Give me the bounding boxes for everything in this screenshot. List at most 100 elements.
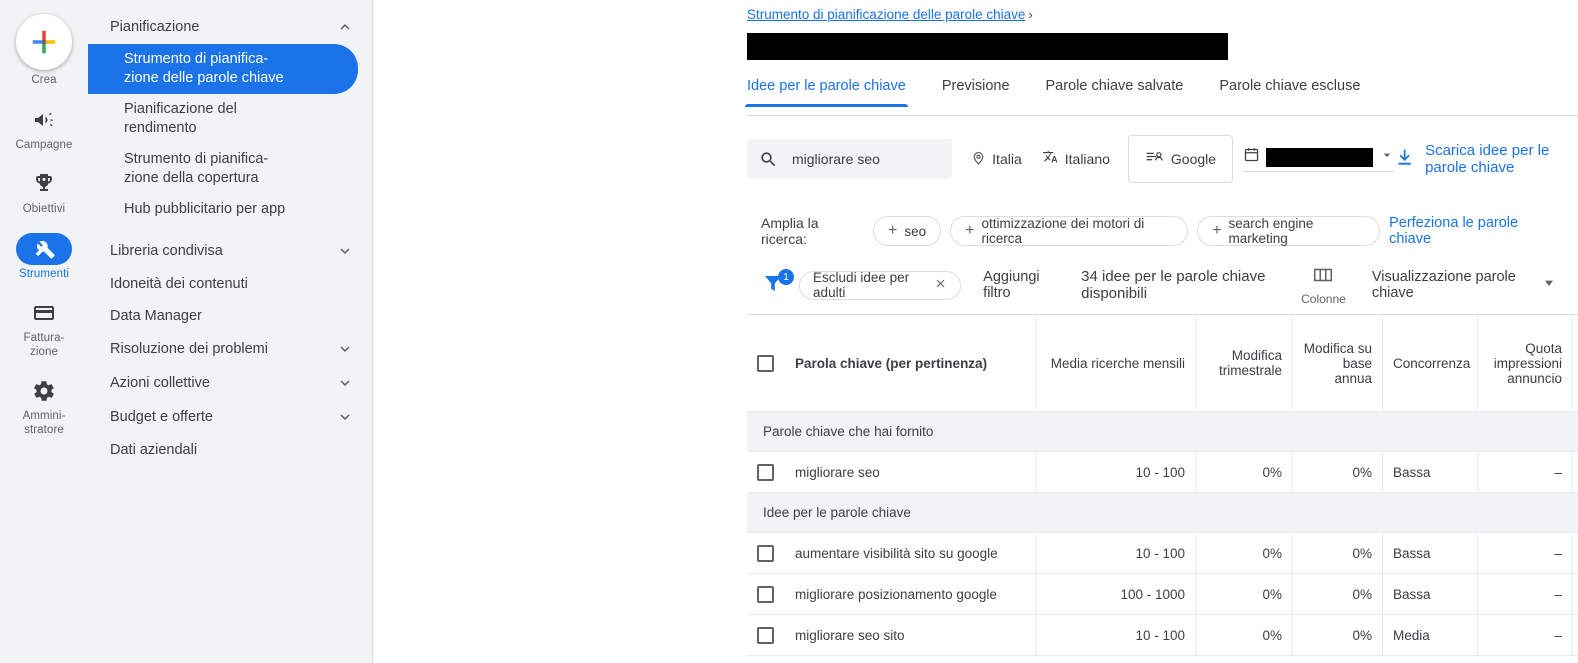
create-button[interactable]: [16, 14, 72, 70]
td-yearly-change: 0%: [1293, 574, 1383, 614]
language-selector[interactable]: Italiano: [1032, 141, 1120, 178]
rail-item-obiettivi[interactable]: Obiettivi: [0, 162, 88, 221]
rail-label-campagne: Campagne: [15, 138, 73, 151]
nav-section-risoluzione-problemi[interactable]: Risoluzione dei problemi: [88, 332, 372, 366]
td-keyword: migliorare seo sito: [747, 615, 1036, 655]
megaphone-icon: [16, 104, 72, 136]
tab-parole-chiave-salvate[interactable]: Parole chiave salvate: [1046, 78, 1184, 107]
th-ad-impression-share[interactable]: Quota impressioni annuncio: [1478, 315, 1573, 411]
network-icon: [1145, 148, 1164, 170]
breadcrumb-link-keyword-planner[interactable]: Strumento di pianificazione delle parole…: [747, 7, 1025, 22]
td-keyword: aumentare visibilità sito su google: [747, 533, 1036, 573]
nav-section-dati-aziendali[interactable]: Dati aziendali: [88, 434, 372, 466]
row-checkbox[interactable]: [757, 544, 774, 562]
idea-count-label: 34 idee per le parole chiave disponibili: [1081, 268, 1266, 302]
expand-chip-sem[interactable]: + search engine marketing: [1197, 216, 1381, 246]
td-quarterly-change: 0%: [1196, 533, 1293, 573]
rail-item-strumenti[interactable]: Strumenti: [0, 227, 88, 286]
search-input[interactable]: [792, 151, 941, 167]
nav-section-libreria-condivisa[interactable]: Libreria condivisa: [88, 234, 372, 268]
nav-section-idoneita-contenuti[interactable]: Idoneità dei contenuti: [88, 268, 372, 300]
filter-chip-escludi-adulti[interactable]: Escludi idee per adulti: [799, 270, 962, 300]
view-selector-label: Visualizzazione parole chiave: [1371, 269, 1516, 301]
rail-item-create[interactable]: Crea: [0, 8, 88, 92]
td-top-of-page-bid-low: 1,25 €: [1573, 574, 1578, 614]
sidebar-item-app-ads-hub[interactable]: Hub pubblicitario per app: [88, 194, 358, 225]
page-title-redacted: [747, 33, 1228, 60]
network-selector-button[interactable]: Google: [1127, 135, 1234, 183]
tab-bar: Idee per le parole chiave Previsione Par…: [745, 78, 1578, 116]
row-checkbox[interactable]: [757, 585, 774, 603]
th-quarterly-change[interactable]: Modifica trimestrale: [1196, 315, 1293, 411]
table-row[interactable]: migliorare posizionamento google 100 - 1…: [747, 574, 1578, 615]
td-avg-monthly-searches: 10 - 100: [1036, 452, 1196, 492]
td-competition: Bassa: [1383, 574, 1478, 614]
th-competition[interactable]: Concorrenza: [1383, 315, 1478, 411]
group-row-keyword-ideas: Idee per le parole chiave: [747, 493, 1578, 533]
columns-button[interactable]: Colonne: [1301, 264, 1346, 306]
filter-toolbar: 1 Escludi idee per adulti Aggiungi filtr…: [761, 262, 1570, 308]
location-selector[interactable]: Italia: [960, 141, 1032, 177]
rail-label-amministratore: Ammini-stratore: [22, 410, 66, 436]
td-competition: Bassa: [1383, 452, 1478, 492]
rail-item-fatturazione[interactable]: Fattura-zione: [0, 291, 88, 363]
group-row-label: Idee per le parole chiave: [763, 505, 911, 520]
nav-section-pianificazione[interactable]: Pianificazione: [88, 10, 372, 44]
chevron-down-icon: [1542, 276, 1556, 294]
view-selector[interactable]: Visualizzazione parole chiave: [1372, 269, 1570, 301]
td-quarterly-change: 0%: [1196, 574, 1293, 614]
expand-chip-ottimizzazione[interactable]: + ottimizzazione dei motori di ricerca: [950, 216, 1189, 246]
keyword-ideas-table: Parola chiave (per pertinenza) Media ric…: [747, 314, 1578, 663]
expand-chip-seo[interactable]: + seo: [873, 216, 942, 246]
td-keyword-label: aumentare visibilità sito su google: [795, 545, 998, 561]
td-ad-impression-share: –: [1478, 574, 1573, 614]
tab-parole-chiave-escluse[interactable]: Parole chiave escluse: [1219, 78, 1360, 107]
row-checkbox[interactable]: [757, 463, 774, 481]
add-filter-button[interactable]: Aggiungi filtro: [983, 269, 1059, 301]
filter-button[interactable]: 1: [761, 268, 799, 300]
row-checkbox[interactable]: [757, 626, 774, 644]
table-row[interactable]: migliorare seo sito 10 - 100 0% 0% Media…: [747, 615, 1578, 656]
sidebar-item-performance-planner[interactable]: Pianificazione del rendimento: [88, 94, 358, 144]
tab-idee-parole-chiave[interactable]: Idee per le parole chiave: [745, 78, 908, 107]
table-row[interactable]: aumentare visibilità sito su google 10 -…: [747, 533, 1578, 574]
secondary-nav-panel: Pianificazione Strumento di pianifica-zi…: [88, 0, 373, 663]
sidebar-item-reach-planner[interactable]: Strumento di pianifica-zione della coper…: [88, 144, 358, 194]
rail-item-amministratore[interactable]: Ammini-stratore: [0, 369, 88, 441]
th-top-of-page-bid-low[interactable]: Offerta per lapartesuperioredella pagina…: [1573, 315, 1578, 411]
td-keyword-label: migliorare posizionamento google: [795, 586, 997, 602]
nav-section-azioni-collettive[interactable]: Azioni collettive: [88, 366, 372, 400]
nav-section-label-libreria: Libreria condivisa: [110, 243, 223, 259]
language-label: Italiano: [1064, 151, 1110, 167]
date-range-selector[interactable]: [1243, 146, 1396, 172]
search-box[interactable]: [747, 139, 953, 179]
rail-label-fatturazione: Fattura-zione: [23, 332, 65, 358]
td-yearly-change: 0%: [1293, 452, 1383, 492]
td-avg-monthly-searches: 10 - 100: [1036, 615, 1196, 655]
chevron-up-icon: [336, 18, 354, 36]
td-top-of-page-bid-low: 1,27 €: [1573, 533, 1578, 573]
nav-section-data-manager[interactable]: Data Manager: [88, 300, 372, 332]
nav-section-label-dati-aziendali: Dati aziendali: [110, 442, 198, 458]
sidebar-item-keyword-planner[interactable]: Strumento di pianifica-zione delle parol…: [88, 44, 358, 94]
th-yearly-change[interactable]: Modifica su base annua: [1293, 315, 1383, 411]
td-keyword-label: migliorare seo: [795, 464, 880, 480]
main-content: Strumento di pianificazione delle parole…: [373, 0, 1578, 663]
tab-previsione[interactable]: Previsione: [942, 78, 1010, 107]
td-competition: Media: [1383, 615, 1478, 655]
nav-section-budget-offerte[interactable]: Budget e offerte: [88, 400, 372, 434]
table-row[interactable]: migliorare seo 10 - 100 0% 0% Bassa – 0,…: [747, 452, 1578, 493]
chevron-down-icon: [336, 242, 354, 260]
download-keyword-ideas-button[interactable]: Scarica idee per le parole chiave: [1395, 142, 1570, 176]
filter-count-badge: 1: [778, 268, 794, 285]
breadcrumb-chevron-icon: ›: [1028, 7, 1033, 22]
columns-icon: [1312, 264, 1334, 291]
chevron-down-icon: [336, 340, 354, 358]
rail-item-campagne[interactable]: Campagne: [0, 98, 88, 157]
search-icon: [759, 150, 778, 169]
th-avg-monthly-searches[interactable]: Media ricerche mensili: [1036, 315, 1196, 411]
close-icon[interactable]: [934, 277, 947, 293]
refine-keywords-link[interactable]: Perfeziona le parole chiave: [1389, 215, 1570, 247]
plus-icon: +: [1212, 222, 1222, 239]
select-all-checkbox[interactable]: [757, 354, 774, 372]
